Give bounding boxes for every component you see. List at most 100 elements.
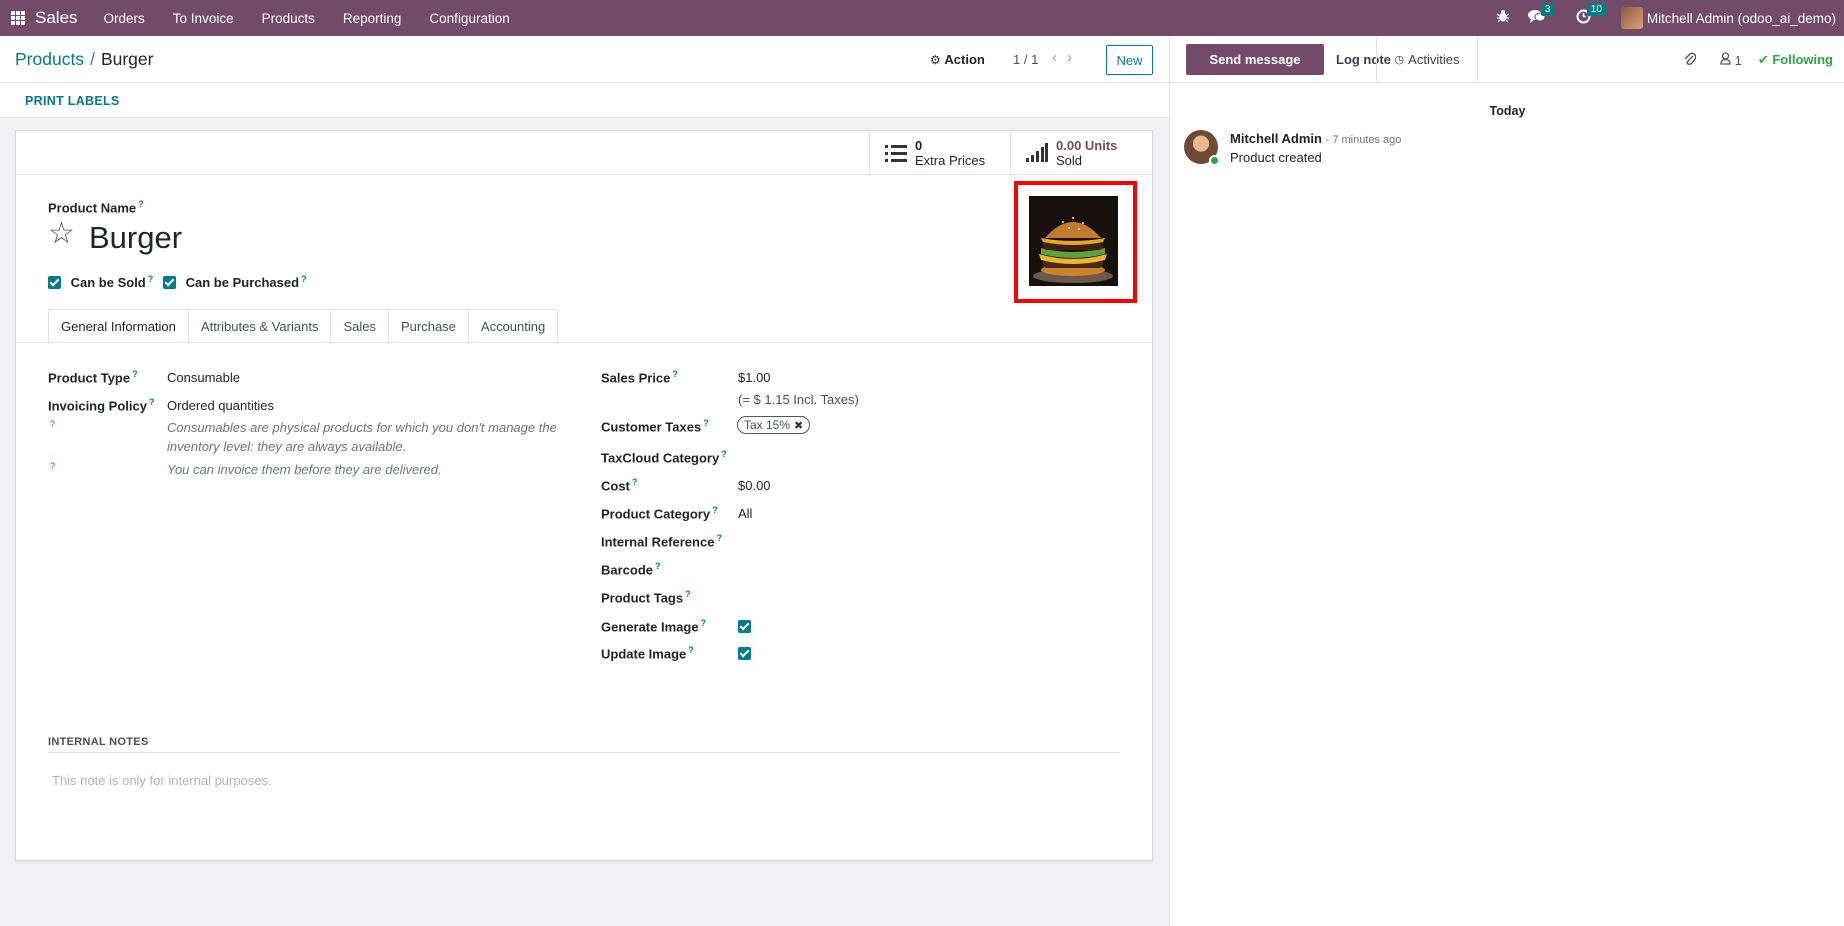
- check-icon: ✔: [1757, 52, 1769, 67]
- chevron-right-icon[interactable]: ›: [1067, 49, 1082, 66]
- product-image-highlight[interactable]: [1014, 181, 1137, 303]
- generate-image-checkbox[interactable]: [738, 620, 751, 633]
- bug-icon[interactable]: [1496, 9, 1510, 27]
- apps-menu-icon[interactable]: [11, 11, 25, 25]
- menu-to-invoice[interactable]: To Invoice: [173, 11, 234, 26]
- can-be-sold-checkbox[interactable]: [48, 276, 61, 290]
- tax-tag: Tax 15% ✖: [737, 416, 811, 434]
- menu-configuration[interactable]: Configuration: [429, 11, 509, 26]
- sold-label: Sold: [1056, 152, 1083, 168]
- help-icon[interactable]: ?: [672, 369, 678, 379]
- tabs-divider: [16, 342, 1152, 343]
- menu-orders[interactable]: Orders: [104, 11, 145, 26]
- messages-badge: 3: [1540, 2, 1555, 16]
- activities-button[interactable]: ◷ Activities: [1376, 36, 1478, 83]
- app-brand[interactable]: Sales: [35, 8, 78, 28]
- internal-notes-label: INTERNAL NOTES: [48, 736, 149, 748]
- can-be-purchased-label: Can be Purchased: [185, 275, 300, 291]
- help-icon[interactable]: ?: [50, 461, 55, 471]
- help-icon[interactable]: ?: [721, 449, 727, 459]
- help-icon[interactable]: ?: [301, 274, 307, 284]
- send-message-button[interactable]: Send message: [1186, 44, 1324, 75]
- tab-accounting[interactable]: Accounting: [468, 309, 559, 343]
- help-icon[interactable]: ?: [132, 369, 138, 379]
- product-category-field[interactable]: All: [738, 506, 752, 521]
- breadcrumb: Products / Burger: [15, 49, 154, 69]
- cost-field[interactable]: $0.00: [738, 478, 771, 493]
- favorite-star-icon[interactable]: ☆: [48, 219, 75, 249]
- barcode-label: Barcode?: [601, 561, 661, 578]
- invoicing-policy-field[interactable]: Ordered quantities: [167, 398, 274, 413]
- extra-prices-button[interactable]: 0 Extra Prices: [869, 131, 1010, 174]
- chatter-topbar: Send message Log note ◷ Activities 1 ✔ F…: [1170, 36, 1844, 83]
- help-icon[interactable]: ?: [149, 397, 155, 407]
- print-labels-button[interactable]: PRINT LABELS: [25, 94, 120, 108]
- help-icon[interactable]: ?: [688, 645, 694, 655]
- internal-reference-label: Internal Reference?: [601, 533, 722, 550]
- help-icon[interactable]: ?: [50, 419, 55, 429]
- product-category-label: Product Category?: [601, 505, 718, 522]
- date-separator: Today: [1489, 104, 1526, 118]
- help-icon[interactable]: ?: [655, 561, 661, 571]
- breadcrumb-products[interactable]: Products: [15, 49, 84, 69]
- customer-taxes-field[interactable]: Tax 15% ✖: [737, 416, 811, 434]
- tab-sales[interactable]: Sales: [331, 309, 389, 343]
- new-button[interactable]: New: [1106, 45, 1153, 75]
- menu-reporting[interactable]: Reporting: [343, 11, 402, 26]
- product-type-field[interactable]: Consumable: [167, 370, 240, 385]
- help-icon[interactable]: ?: [716, 533, 722, 543]
- user-menu[interactable]: Mitchell Admin (odoo_ai_demo): [1647, 11, 1836, 26]
- followers-button[interactable]: 1: [1720, 52, 1742, 68]
- remove-tag-icon[interactable]: ✖: [794, 419, 803, 432]
- pager-value[interactable]: 1 / 1: [1013, 52, 1038, 67]
- action-button[interactable]: ⚙ Action: [930, 52, 985, 67]
- message-time: - 7 minutes ago: [1325, 134, 1402, 146]
- paperclip-icon[interactable]: [1684, 51, 1697, 69]
- invoicing-policy-label: Invoicing Policy?: [48, 397, 155, 414]
- product-type-label: Product Type?: [48, 369, 138, 386]
- extra-prices-label: Extra Prices: [915, 152, 986, 168]
- taxcloud-category-label: TaxCloud Category?: [601, 449, 727, 466]
- notebook-tabs: General Information Attributes & Variant…: [48, 309, 559, 343]
- breadcrumb-current: Burger: [100, 49, 154, 69]
- message-avatar[interactable]: [1184, 130, 1220, 166]
- help-icon[interactable]: ?: [701, 618, 707, 628]
- update-image-label: Update Image?: [601, 645, 694, 662]
- following-button[interactable]: ✔ Following: [1758, 52, 1833, 68]
- can-be-sold-label: Can be Sold: [70, 275, 146, 291]
- tab-purchase[interactable]: Purchase: [388, 309, 469, 343]
- message-author[interactable]: Mitchell Admin: [1230, 131, 1322, 146]
- online-status-icon: [1209, 155, 1220, 166]
- menu-products[interactable]: Products: [262, 11, 315, 26]
- can-be-purchased-row: Can be Purchased?: [163, 274, 307, 290]
- product-image[interactable]: [1029, 196, 1118, 286]
- help-icon[interactable]: ?: [138, 199, 144, 209]
- sales-price-field[interactable]: $1.00: [738, 370, 771, 385]
- notes-divider: [48, 752, 1120, 753]
- status-bar: PRINT LABELS: [0, 83, 1169, 118]
- tab-attributes-variants[interactable]: Attributes & Variants: [188, 309, 332, 343]
- list-icon: [885, 143, 907, 163]
- help-icon[interactable]: ?: [148, 274, 154, 284]
- user-avatar[interactable]: [1620, 7, 1643, 29]
- chevron-left-icon[interactable]: ‹: [1052, 49, 1067, 66]
- control-panel: Products / Burger ⚙ Action 1 / 1 ‹› New: [0, 36, 1169, 83]
- help-icon[interactable]: ?: [712, 505, 718, 515]
- help-icon[interactable]: ?: [685, 589, 691, 599]
- extra-prices-value: 0: [915, 137, 923, 153]
- sold-button[interactable]: 0.00 Units Sold: [1010, 131, 1153, 174]
- customer-taxes-label: Customer Taxes?: [601, 418, 709, 435]
- can-be-purchased-checkbox[interactable]: [163, 276, 176, 290]
- update-image-checkbox[interactable]: [738, 647, 751, 660]
- help-icon[interactable]: ?: [632, 477, 638, 487]
- invoicing-policy-help: You can invoice them before they are del…: [167, 462, 442, 477]
- product-name-label: Product Name?: [48, 199, 144, 216]
- help-icon[interactable]: ?: [703, 418, 709, 428]
- product-name-field[interactable]: Burger: [89, 220, 182, 256]
- tab-general-information[interactable]: General Information: [48, 309, 189, 343]
- messages-icon[interactable]: 3: [1527, 2, 1555, 28]
- internal-notes-field[interactable]: This note is only for internal purposes.: [52, 773, 272, 788]
- activities-icon[interactable]: 10: [1576, 2, 1607, 28]
- user-icon: [1720, 52, 1735, 68]
- message-header: Mitchell Admin - 7 minutes ago: [1230, 131, 1401, 146]
